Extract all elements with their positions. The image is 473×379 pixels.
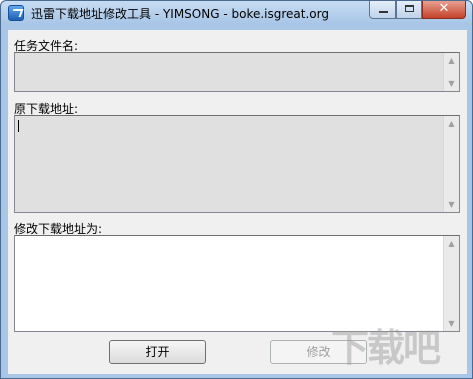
task-filename-scrollbar[interactable]: ▲ ▼ bbox=[443, 53, 459, 91]
new-url-scrollbar[interactable]: ▲ ▼ bbox=[443, 236, 459, 331]
open-button[interactable]: 打开 bbox=[109, 340, 206, 364]
app-icon bbox=[8, 5, 24, 21]
maximize-icon bbox=[405, 5, 414, 12]
scroll-up-arrow-icon[interactable]: ▲ bbox=[444, 236, 459, 251]
scroll-down-arrow-icon[interactable]: ▼ bbox=[444, 197, 459, 212]
text-caret bbox=[18, 120, 19, 132]
window-title: 迅雷下载地址修改工具 - YIMSONG - boke.isgreat.org bbox=[31, 7, 329, 21]
original-url-field[interactable]: ▲ ▼ bbox=[14, 115, 460, 213]
scroll-up-arrow-icon[interactable]: ▲ bbox=[444, 116, 459, 131]
scroll-up-arrow-icon[interactable]: ▲ bbox=[444, 53, 459, 68]
scroll-down-arrow-icon[interactable]: ▼ bbox=[444, 76, 459, 91]
minimize-icon bbox=[379, 11, 388, 13]
watermark-logo: 下载吧 bbox=[331, 326, 441, 370]
scroll-down-arrow-icon[interactable]: ▼ bbox=[444, 316, 459, 331]
title-bar[interactable]: 迅雷下载地址修改工具 - YIMSONG - boke.isgreat.org … bbox=[1, 1, 472, 25]
minimize-button[interactable] bbox=[369, 1, 396, 19]
app-window: 迅雷下载地址修改工具 - YIMSONG - boke.isgreat.org … bbox=[0, 0, 473, 379]
task-filename-field[interactable]: ▲ ▼ bbox=[14, 52, 460, 92]
close-button[interactable]: ✕ bbox=[422, 1, 466, 19]
maximize-button[interactable] bbox=[396, 1, 422, 19]
close-icon: ✕ bbox=[438, 1, 450, 16]
original-url-scrollbar[interactable]: ▲ ▼ bbox=[443, 116, 459, 212]
